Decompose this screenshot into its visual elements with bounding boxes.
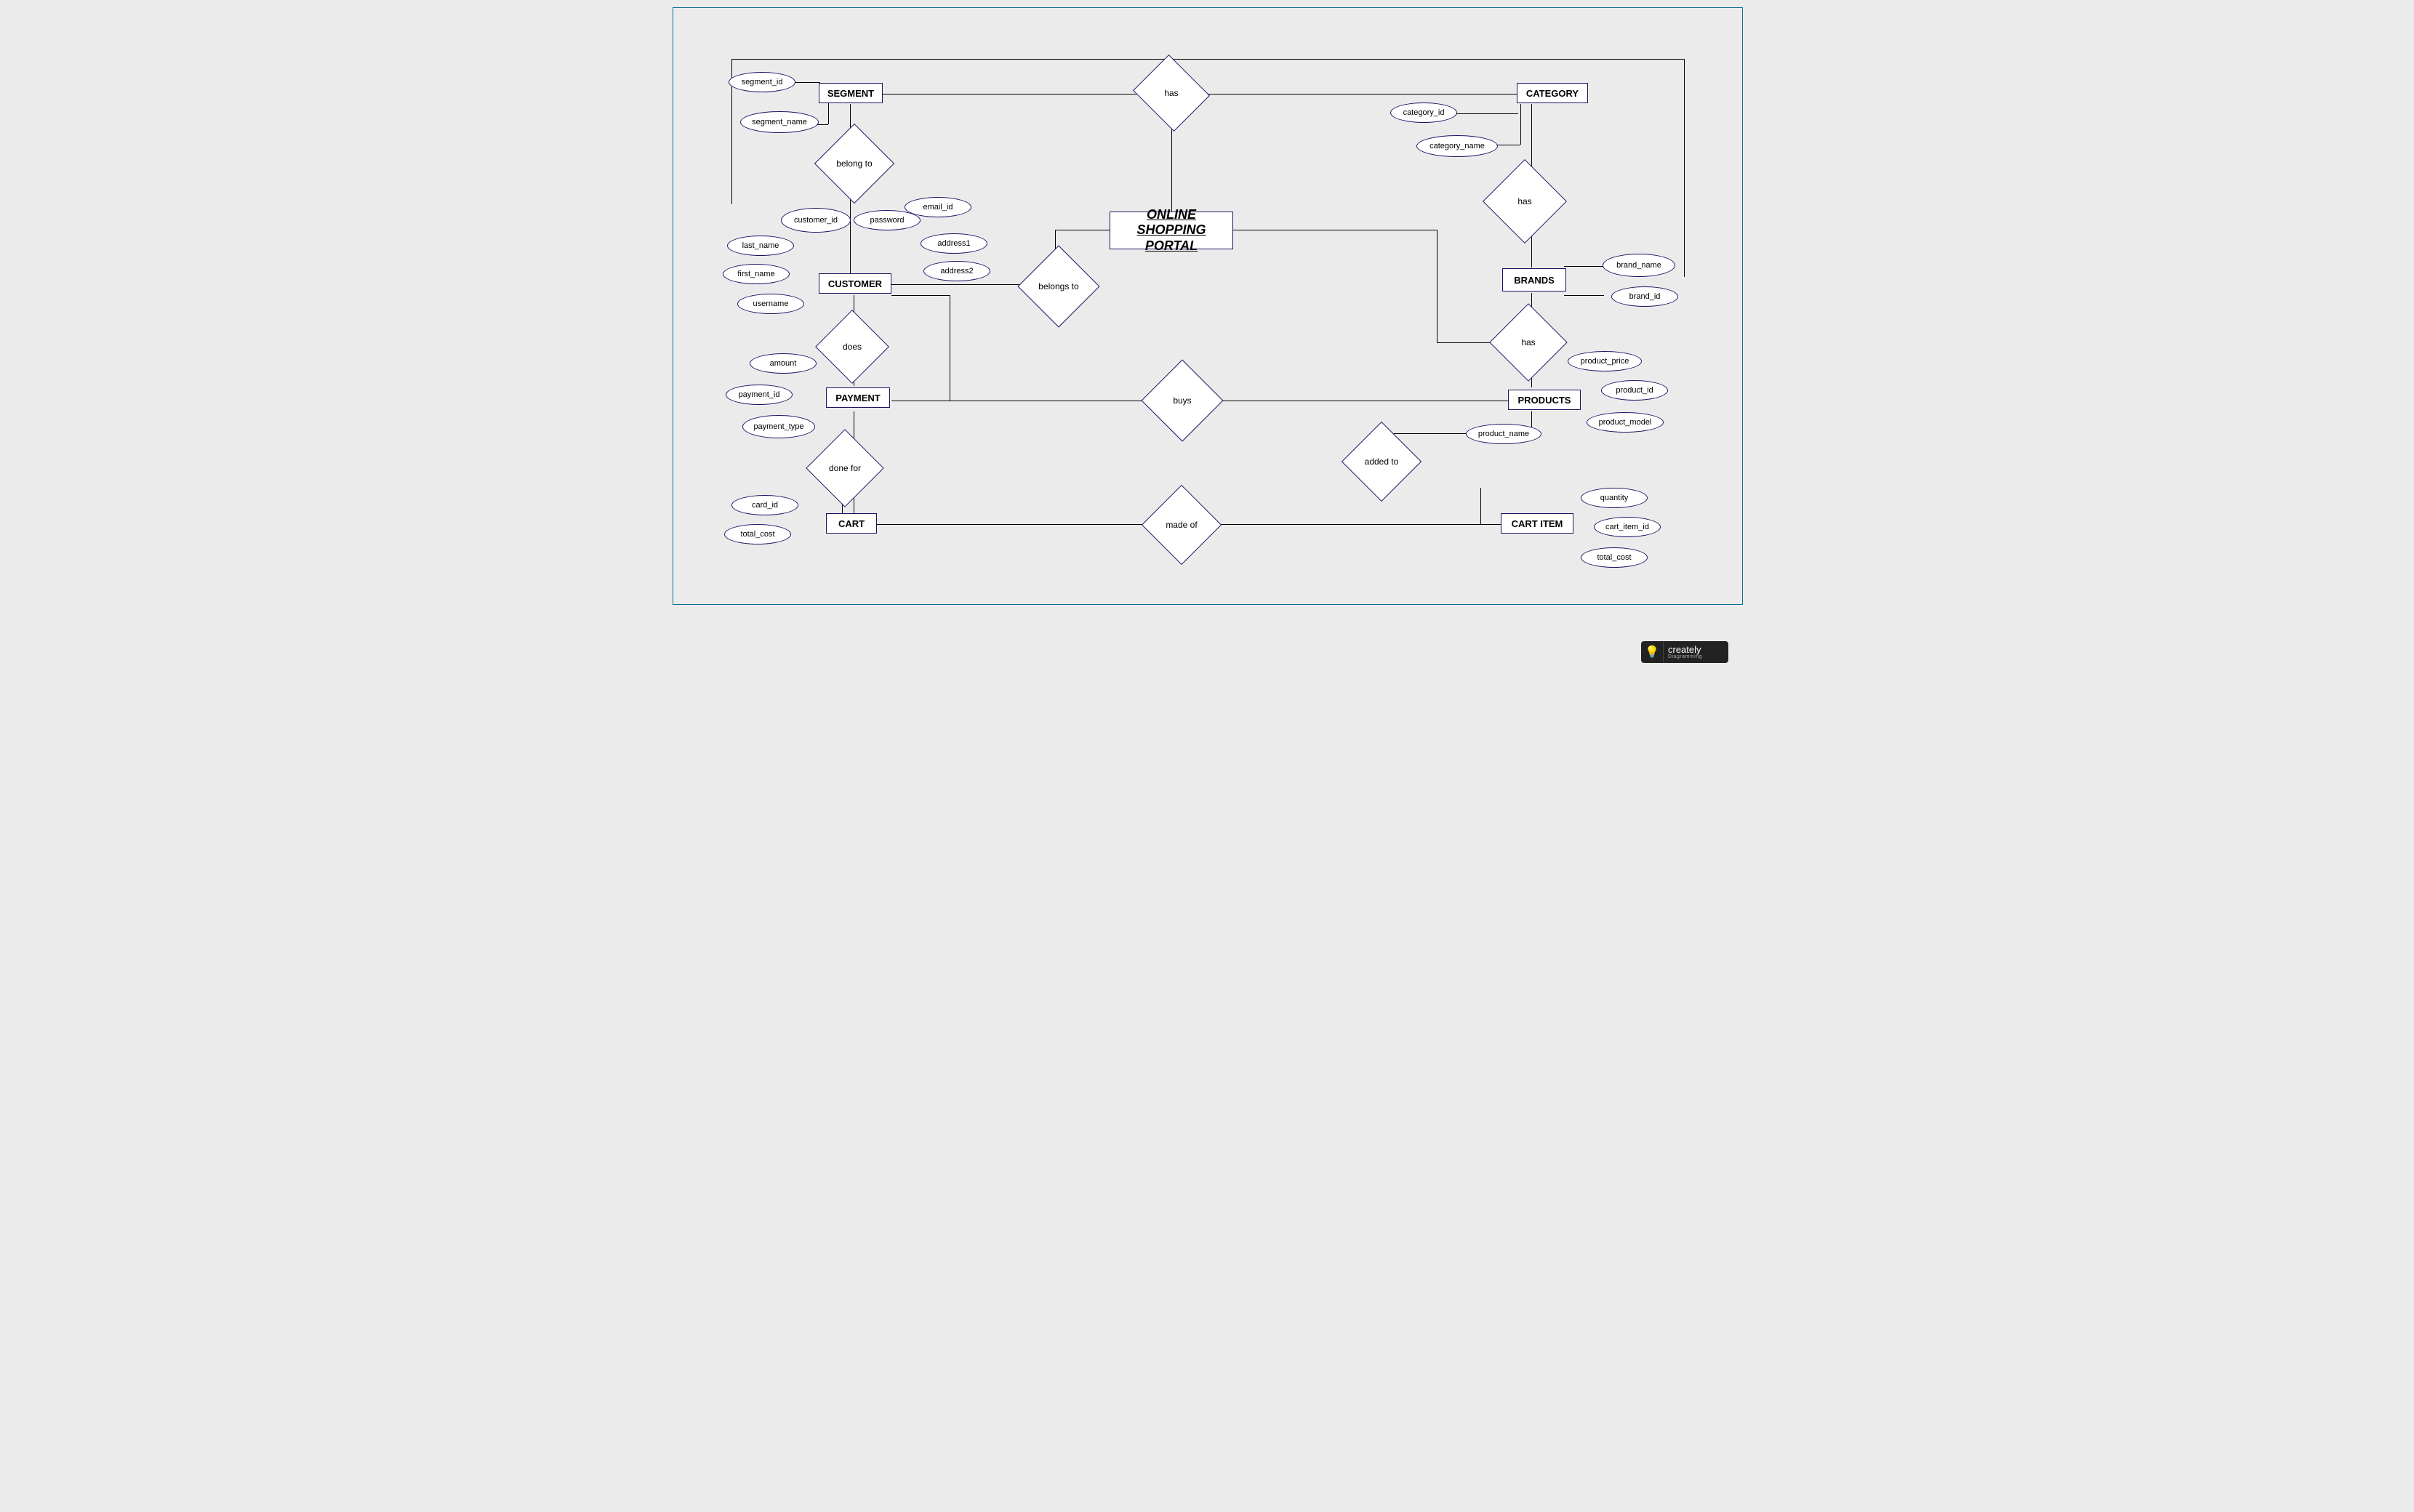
attr-quantity: quantity bbox=[1581, 488, 1648, 508]
attr-email-id: email_id bbox=[905, 197, 971, 217]
rel-made-of: made of bbox=[1153, 496, 1210, 553]
attr-category-name: category_name bbox=[1416, 135, 1498, 157]
attr-cart-item-id: cart_item_id bbox=[1594, 517, 1661, 537]
attr-first-name: first_name bbox=[723, 264, 790, 284]
attr-category-id: category_id bbox=[1390, 102, 1457, 123]
attr-amount: amount bbox=[750, 353, 817, 374]
attr-brand-name: brand_name bbox=[1603, 254, 1675, 277]
portal-title: ONLINE SHOPPING PORTAL bbox=[1110, 212, 1233, 249]
entity-cart: CART bbox=[826, 513, 877, 534]
attr-product-price: product_price bbox=[1568, 351, 1642, 371]
attr-total-cost-item: total_cost bbox=[1581, 547, 1648, 568]
rel-added-to: added to bbox=[1353, 433, 1410, 490]
attr-username: username bbox=[737, 294, 804, 314]
attr-payment-type: payment_type bbox=[742, 415, 815, 438]
entity-segment: SEGMENT bbox=[819, 83, 883, 103]
rel-has-brand: has bbox=[1501, 315, 1556, 370]
attr-brand-id: brand_id bbox=[1611, 286, 1678, 307]
attr-product-name: product_name bbox=[1466, 424, 1541, 444]
rel-done-for: done for bbox=[817, 441, 873, 496]
entity-payment: PAYMENT bbox=[826, 387, 890, 408]
rel-belong-to: belong to bbox=[826, 135, 883, 192]
entity-customer: CUSTOMER bbox=[819, 273, 891, 294]
entity-category: CATEGORY bbox=[1517, 83, 1588, 103]
attr-segment-id: segment_id bbox=[729, 72, 795, 92]
attr-card-id: card_id bbox=[731, 495, 798, 515]
diagram-canvas: ONLINE SHOPPING PORTAL SEGMENT CATEGORY … bbox=[665, 0, 1749, 679]
diagram-frame: ONLINE SHOPPING PORTAL SEGMENT CATEGORY … bbox=[673, 7, 1743, 605]
attr-payment-id: payment_id bbox=[726, 385, 793, 405]
attr-segment-name: segment_name bbox=[740, 111, 819, 133]
entity-products: PRODUCTS bbox=[1508, 390, 1581, 410]
attr-product-model: product_model bbox=[1587, 412, 1664, 433]
rel-belongs-to: belongs to bbox=[1030, 257, 1088, 315]
creately-logo: 💡 creately Diagramming bbox=[1641, 641, 1728, 663]
rel-has-top: has bbox=[1142, 68, 1200, 118]
attr-product-id: product_id bbox=[1601, 380, 1668, 401]
attr-total-cost-cart: total_cost bbox=[724, 524, 791, 544]
attr-address2: address2 bbox=[923, 261, 990, 281]
attr-last-name: last_name bbox=[727, 236, 794, 256]
entity-cart-item: CART ITEM bbox=[1501, 513, 1573, 534]
rel-buys: buys bbox=[1153, 371, 1211, 430]
attr-customer-id: customer_id bbox=[781, 208, 851, 233]
logo-brand: creately bbox=[1668, 644, 1701, 655]
rel-has-category: has bbox=[1495, 172, 1555, 231]
bulb-icon: 💡 bbox=[1641, 641, 1664, 663]
entity-brands: BRANDS bbox=[1502, 268, 1566, 291]
logo-sub: Diagramming bbox=[1668, 654, 1728, 659]
attr-address1: address1 bbox=[921, 233, 987, 254]
rel-does: does bbox=[826, 321, 878, 373]
